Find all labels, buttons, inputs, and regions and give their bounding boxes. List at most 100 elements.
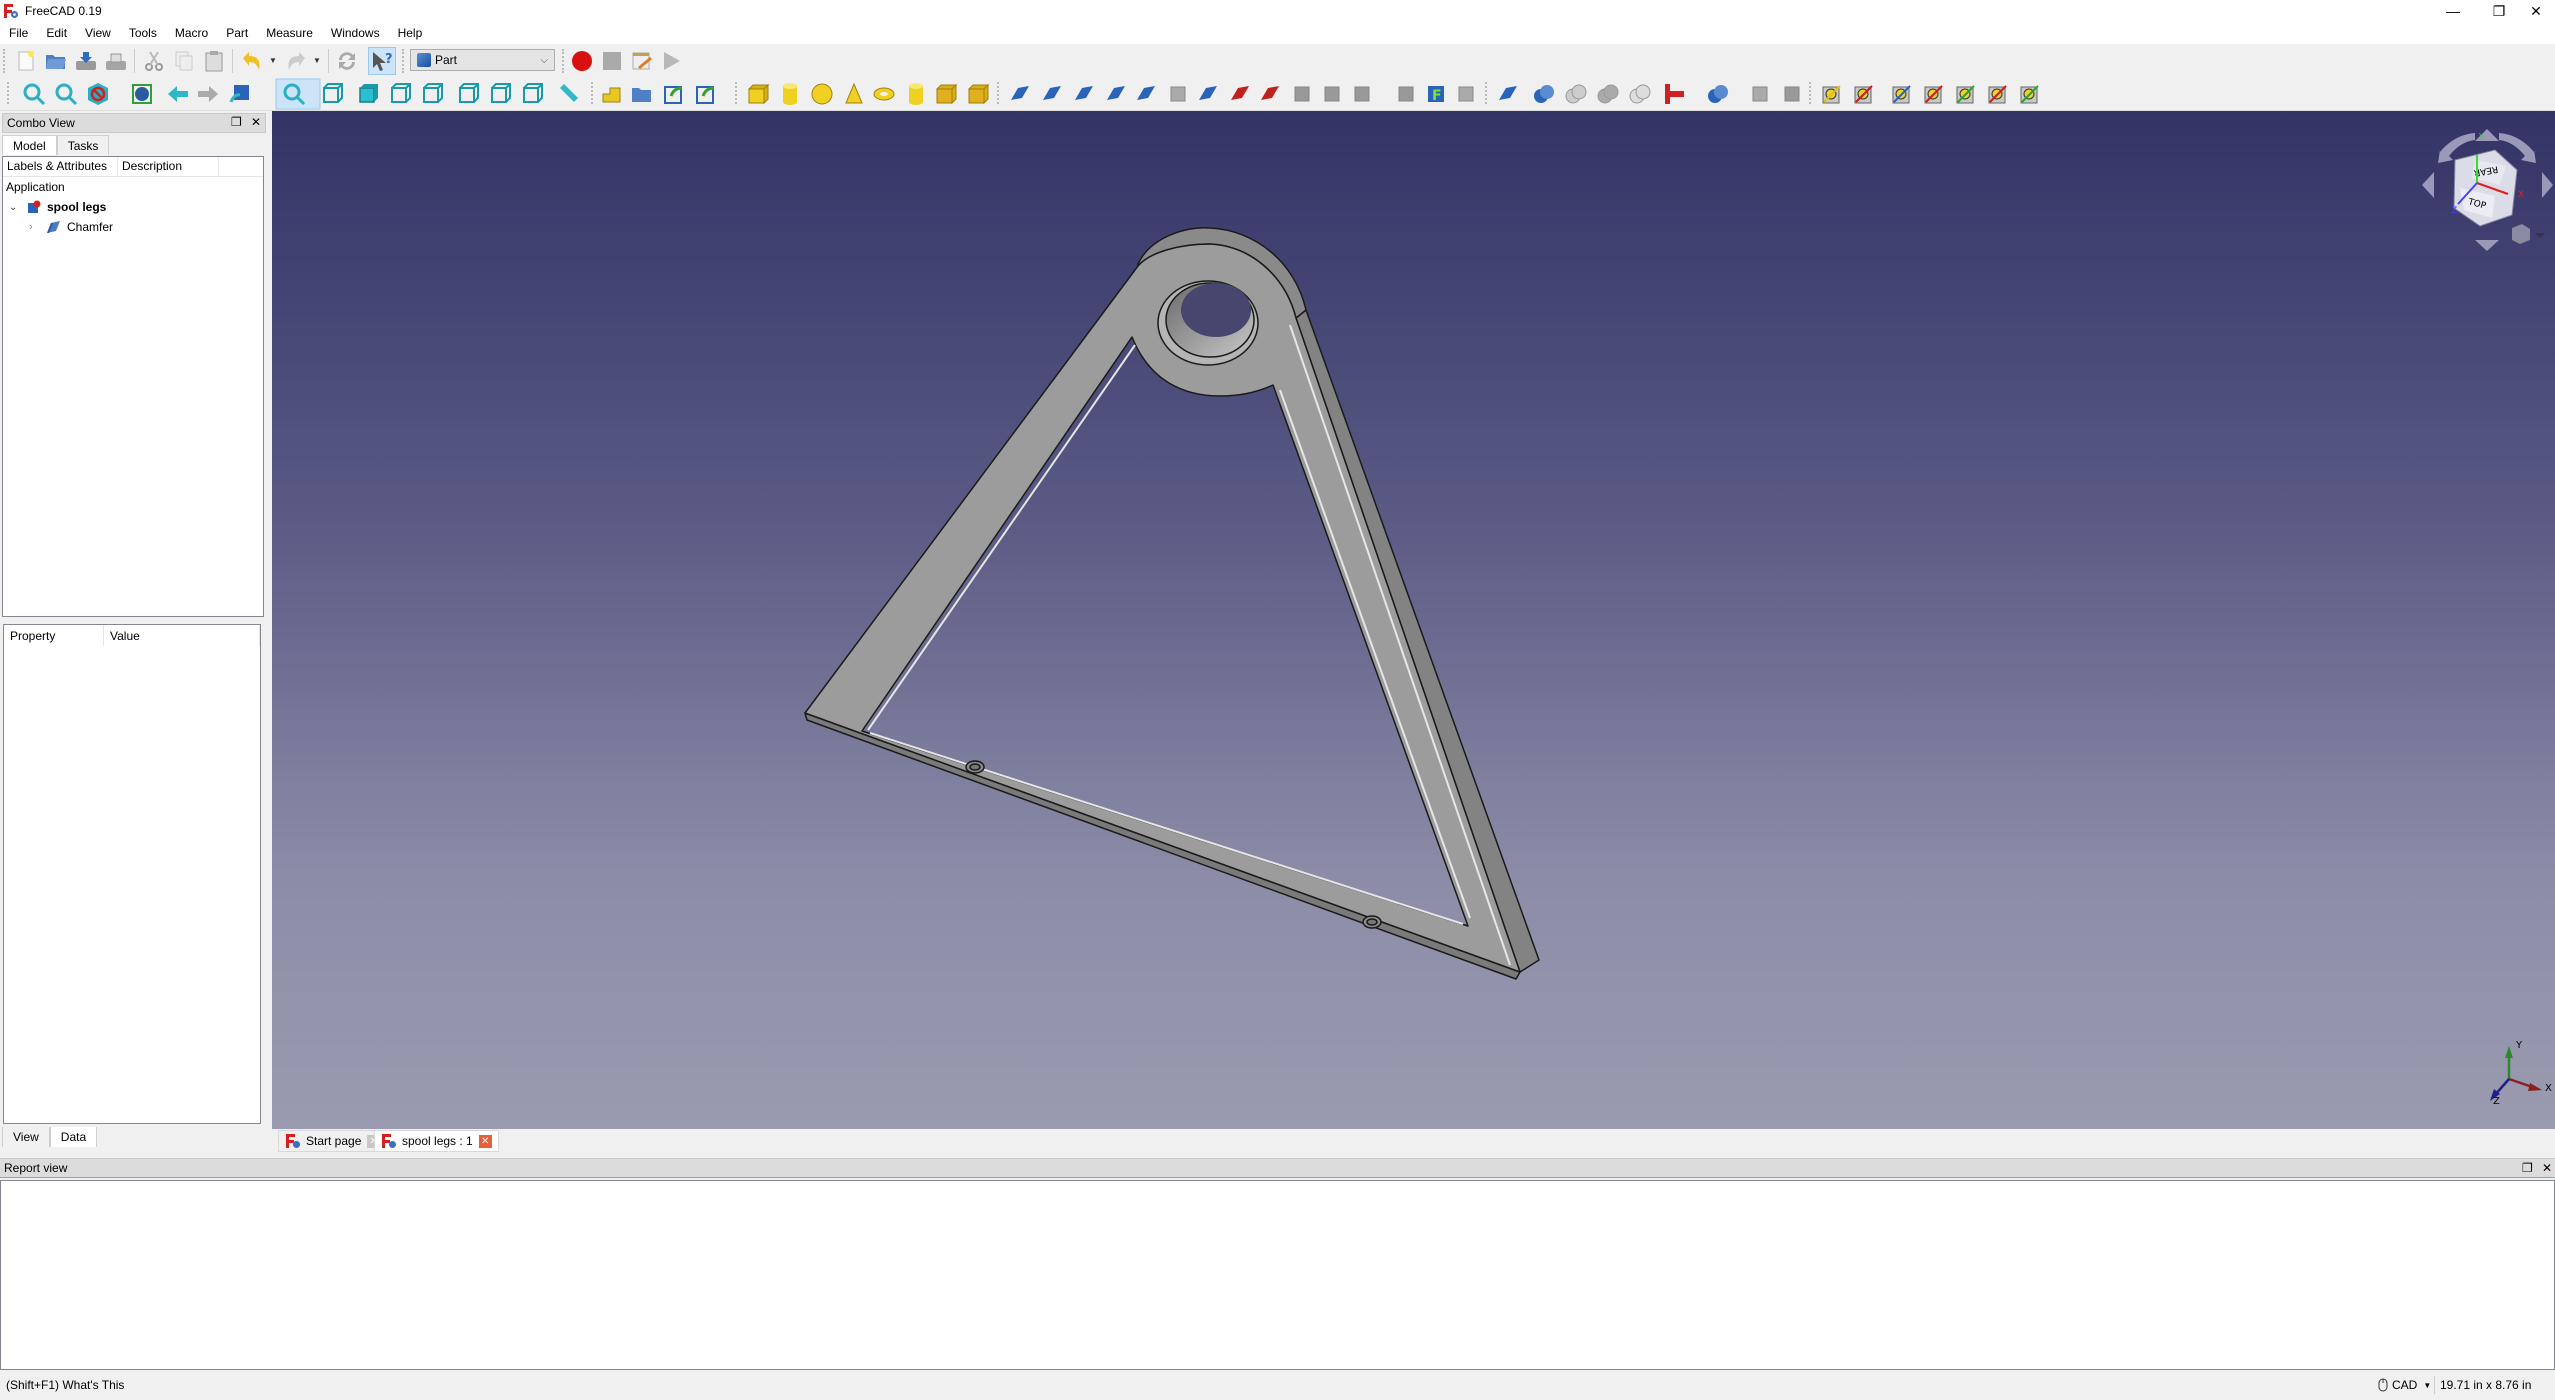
compound-tools-icon[interactable] (1354, 86, 1370, 102)
measure-clear-icon[interactable] (1924, 85, 1943, 104)
tree-item-spool-legs[interactable]: ⌄ spool legs (3, 197, 263, 217)
sphere-icon[interactable] (811, 83, 833, 105)
tab-view[interactable]: View (2, 1127, 50, 1147)
front-view-icon[interactable] (359, 84, 378, 103)
chevron-down-icon[interactable]: ⌄ (9, 202, 23, 213)
column-value[interactable]: Value (104, 625, 260, 646)
menu-edit[interactable]: Edit (37, 22, 76, 44)
top-view-icon[interactable] (391, 83, 411, 103)
link-icon[interactable] (664, 86, 683, 104)
refresh-button[interactable] (333, 47, 361, 75)
thickness-icon[interactable]: F (1428, 86, 1444, 104)
new-document-button[interactable] (12, 47, 40, 75)
tube-icon[interactable] (909, 83, 923, 105)
link-actions-icon[interactable] (696, 86, 715, 104)
make-face-icon[interactable] (1170, 86, 1186, 102)
menu-view[interactable]: View (76, 22, 120, 44)
model-canvas[interactable]: REAR TOP Y X Z Y X Z (272, 111, 2555, 1129)
nav-arrow-left-icon[interactable] (2422, 172, 2434, 198)
bounding-box-icon[interactable] (132, 84, 152, 104)
menu-tools[interactable]: Tools (120, 22, 166, 44)
menu-help[interactable]: Help (389, 22, 432, 44)
nav-view-menu-icon[interactable] (2512, 224, 2530, 244)
column-labels-attributes[interactable]: Labels & Attributes (3, 157, 118, 176)
isometric-icon[interactable] (323, 83, 343, 103)
nav-arrow-right-icon[interactable] (2542, 172, 2553, 198)
menu-measure[interactable]: Measure (257, 22, 322, 44)
left-view-icon[interactable] (523, 83, 543, 103)
tree-item-chamfer[interactable]: › Chamfer (3, 217, 263, 237)
fit-selection-icon[interactable] (55, 83, 78, 106)
workbench-selector[interactable]: Part ⌵ (410, 49, 555, 71)
rear-view-icon[interactable] (459, 83, 479, 103)
menu-windows[interactable]: Windows (322, 22, 389, 44)
close-tab-icon[interactable]: ✕ (478, 1134, 492, 1148)
measure-linear-icon[interactable] (1822, 85, 1841, 104)
measure-toggle-delta-icon[interactable] (2020, 85, 2039, 104)
float-panel-icon[interactable]: ❐ (2522, 1161, 2533, 1175)
cut-icon[interactable] (1565, 84, 1587, 104)
tab-tasks[interactable]: Tasks (56, 135, 110, 155)
back-icon[interactable] (168, 86, 188, 102)
revolve-icon[interactable] (1043, 86, 1061, 100)
sweep-icon[interactable] (1261, 86, 1279, 100)
toolbar-grip[interactable] (3, 49, 7, 73)
measure-toggle-3d-icon[interactable] (1988, 85, 2007, 104)
draw-style-icon[interactable] (88, 83, 108, 105)
offset-icon[interactable] (1398, 86, 1414, 102)
paste-button[interactable] (200, 47, 228, 75)
primitives-icon[interactable] (935, 83, 958, 105)
save-button[interactable] (72, 47, 100, 75)
extrude-icon[interactable] (1011, 86, 1029, 100)
model-screw-hole[interactable] (969, 763, 981, 771)
cut-button[interactable] (140, 47, 168, 75)
navigation-style-selector[interactable]: CAD ▼ (2378, 1378, 2431, 1392)
model-screw-hole[interactable] (1366, 918, 1378, 926)
3d-viewport[interactable]: REAR TOP Y X Z Y X Z (272, 111, 2555, 1129)
nav-menu-arrow-icon[interactable] (2535, 233, 2545, 238)
close-panel-icon[interactable]: ✕ (251, 115, 261, 129)
projection-icon[interactable] (1458, 86, 1474, 102)
open-button[interactable] (42, 47, 70, 75)
fit-all-icon[interactable] (23, 83, 46, 106)
measure-angular-icon[interactable] (1854, 85, 1873, 104)
nav-arrow-down-icon[interactable] (2475, 240, 2499, 251)
sync-view-icon[interactable] (229, 85, 249, 103)
ruled-surface-icon[interactable] (1199, 86, 1217, 100)
measure-distance-icon[interactable] (560, 84, 578, 102)
check-geometry-icon[interactable] (1752, 86, 1768, 102)
save-as-button[interactable] (102, 47, 130, 75)
undo-dropdown-icon[interactable]: ▼ (269, 56, 277, 65)
report-view-output[interactable] (0, 1180, 2555, 1370)
measure-refresh-icon[interactable] (1892, 85, 1911, 104)
torus-icon[interactable] (873, 87, 895, 101)
bottom-view-icon[interactable] (491, 83, 511, 103)
whats-this-button[interactable]: ? (368, 47, 396, 75)
loft-icon[interactable] (1231, 86, 1249, 100)
minimize-button[interactable]: — (2430, 0, 2476, 22)
defeaturing-icon[interactable] (1784, 86, 1800, 102)
edit-macro-button[interactable] (628, 47, 656, 75)
forward-icon[interactable] (198, 86, 218, 102)
cross-sections-icon[interactable] (1324, 86, 1340, 102)
fuse-icon[interactable] (1597, 84, 1619, 104)
mirror-icon[interactable] (1075, 86, 1093, 100)
record-macro-button[interactable] (568, 47, 596, 75)
toolbar-grip[interactable] (402, 49, 406, 73)
part-icon[interactable] (602, 87, 621, 103)
toolbar-grip[interactable] (562, 49, 566, 73)
join-features-icon[interactable] (1665, 84, 1684, 104)
box-icon[interactable] (747, 83, 770, 105)
split-tools-icon[interactable] (1708, 85, 1728, 103)
boolean-icon[interactable] (1534, 85, 1554, 103)
float-panel-icon[interactable]: ❐ (231, 115, 242, 129)
tree-root[interactable]: Application (3, 177, 263, 197)
menu-part[interactable]: Part (217, 22, 257, 44)
tab-model[interactable]: Model (2, 135, 57, 155)
run-macro-button[interactable] (658, 47, 686, 75)
group-icon[interactable] (632, 88, 651, 102)
common-icon[interactable] (1629, 84, 1651, 104)
tab-start-page[interactable]: Start page ✕ (278, 1130, 388, 1152)
chamfer-icon[interactable] (1137, 86, 1155, 100)
tab-spool-legs[interactable]: spool legs : 1 ✕ (374, 1130, 499, 1152)
